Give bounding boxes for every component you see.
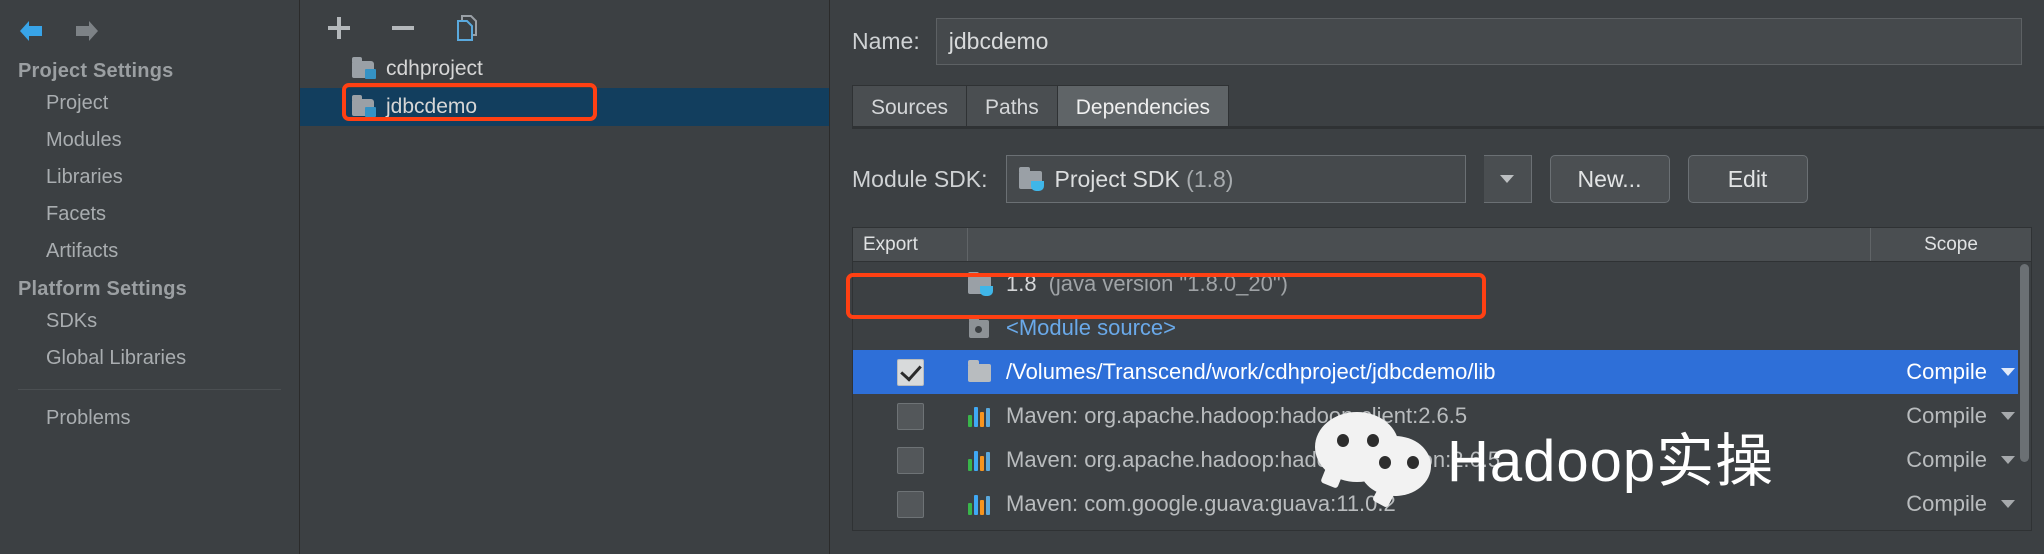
module-name-input[interactable]: jdbcdemo — [935, 18, 2022, 65]
module-sdk-row: Module SDK: Project SDK (1.8) New... Edi… — [830, 129, 2044, 203]
column-header-export: Export — [853, 228, 968, 261]
export-cell[interactable] — [853, 402, 968, 430]
sidebar-item-libraries[interactable]: Libraries — [0, 159, 299, 196]
sdk-folder-icon — [1018, 166, 1045, 191]
sdk-icon — [968, 271, 994, 296]
column-header-scope: Scope — [1924, 233, 1978, 255]
table-row[interactable]: Maven: org.apache.hadoop:hadoop-client:2… — [853, 394, 2031, 438]
scope-value: Compile — [1906, 491, 1987, 516]
scope-cell[interactable]: Compile — [1841, 491, 2031, 517]
sidebar-group-platform-settings: Platform Settings — [18, 278, 187, 300]
export-checkbox[interactable] — [897, 490, 924, 518]
module-label: cdhproject — [386, 57, 483, 80]
chevron-down-icon[interactable] — [2001, 412, 2015, 420]
dependency-name-cell: Maven: com.google.guava:guava:11.0.2 — [968, 491, 1841, 517]
table-vertical-scrollbar[interactable] — [2018, 262, 2031, 530]
tab-dependencies[interactable]: Dependencies — [1056, 85, 1230, 129]
chevron-down-icon[interactable] — [2001, 368, 2015, 376]
module-sdk-combo[interactable]: Project SDK (1.8) — [1005, 155, 1466, 203]
module-icon — [352, 95, 376, 117]
dependency-name-cell: /Volumes/Transcend/work/cdhproject/jdbcd… — [968, 359, 1841, 385]
export-cell[interactable] — [853, 446, 968, 474]
table-header: Export Scope — [853, 228, 2031, 262]
scope-cell[interactable]: Compile — [1841, 447, 2031, 473]
scrollbar-thumb[interactable] — [2020, 264, 2029, 463]
maven-icon — [968, 405, 994, 427]
module-tree-item-cdhproject[interactable]: cdhproject — [300, 50, 829, 88]
module-icon — [352, 57, 376, 79]
sidebar-item-facets[interactable]: Facets — [0, 196, 299, 233]
chevron-down-icon[interactable] — [2001, 500, 2015, 508]
module-sdk-label: Module SDK: — [852, 165, 988, 192]
table-row[interactable]: /Volumes/Transcend/work/cdhproject/jdbcd… — [853, 350, 2031, 394]
detail-tabs: Sources Paths Dependencies — [830, 65, 2044, 129]
sidebar-item-project[interactable]: Project — [0, 85, 299, 122]
dependency-name-cell: <Module source> — [968, 315, 1841, 341]
scope-cell[interactable]: Compile — [1841, 403, 2031, 429]
copy-module-button[interactable] — [450, 11, 484, 45]
module-tree-item-jdbcdemo[interactable]: jdbcdemo — [300, 88, 829, 126]
dependency-name-cell: Maven: org.apache.hadoop:hadoop-common:2… — [968, 447, 1841, 473]
folder-icon — [968, 359, 994, 383]
export-cell[interactable] — [853, 490, 968, 518]
table-row[interactable]: Maven: com.google.guava:guava-jdk5:... C… — [853, 526, 2031, 530]
sidebar-divider — [18, 389, 281, 390]
remove-module-button[interactable] — [386, 11, 420, 45]
table-row[interactable]: Maven: com.google.guava:guava:11.0.2 Com… — [853, 482, 2031, 526]
scope-value: Compile — [1906, 447, 1987, 472]
chevron-down-icon[interactable] — [2001, 456, 2015, 464]
scope-value: Compile — [1906, 359, 1987, 384]
dependency-name-cell: 1.8 (java version "1.8.0_20") — [968, 271, 1841, 297]
maven-icon — [968, 493, 994, 515]
sidebar-group-project-settings: Project Settings — [18, 60, 174, 82]
name-label: Name: — [852, 28, 920, 54]
module-label: jdbcdemo — [386, 95, 478, 118]
dependencies-table: Export Scope 1.8 (java version "1.8.0_20… — [852, 227, 2032, 531]
add-module-button[interactable] — [322, 11, 356, 45]
maven-icon — [968, 449, 994, 471]
settings-dialog: Project Settings Project Modules Librari… — [0, 0, 2044, 554]
export-checkbox[interactable] — [897, 402, 924, 430]
sidebar-item-global-libraries[interactable]: Global Libraries — [0, 340, 299, 377]
tab-paths[interactable]: Paths — [966, 85, 1058, 129]
module-name-row: Name: jdbcdemo — [830, 0, 2044, 65]
module-detail-panel: Name: jdbcdemo Sources Paths Dependencie… — [830, 0, 2044, 554]
arrow-right-icon[interactable] — [70, 16, 104, 46]
table-row[interactable]: Maven: org.apache.hadoop:hadoop-common:2… — [853, 438, 2031, 482]
column-header-name — [968, 228, 1871, 261]
tabs-underline — [852, 126, 2044, 129]
table-row[interactable]: <Module source> — [853, 306, 2031, 350]
navigation-arrows — [0, 0, 299, 52]
scope-value: Compile — [1906, 403, 1987, 428]
module-sdk-value: Project SDK (1.8) — [1054, 165, 1234, 192]
edit-sdk-button[interactable]: Edit — [1687, 155, 1808, 203]
export-cell[interactable] — [853, 358, 968, 386]
module-list-panel: cdhproject jdbcdemo — [300, 0, 830, 554]
scope-cell[interactable]: Compile — [1841, 359, 2031, 385]
export-checkbox[interactable] — [897, 446, 924, 474]
sidebar-item-problems[interactable]: Problems — [0, 400, 299, 437]
sidebar-item-sdks[interactable]: SDKs — [0, 303, 299, 340]
dependency-name-cell: Maven: org.apache.hadoop:hadoop-client:2… — [968, 403, 1841, 429]
sidebar-item-artifacts[interactable]: Artifacts — [0, 233, 299, 270]
export-checkbox[interactable] — [897, 358, 924, 386]
arrow-left-icon[interactable] — [14, 16, 48, 46]
table-row[interactable]: 1.8 (java version "1.8.0_20") — [853, 262, 2031, 306]
settings-sidebar: Project Settings Project Modules Librari… — [0, 0, 300, 554]
module-toolbar — [300, 0, 829, 50]
chevron-down-icon[interactable] — [1483, 155, 1532, 203]
sidebar-item-modules[interactable]: Modules — [0, 122, 299, 159]
module-source-icon — [968, 315, 994, 339]
tab-sources[interactable]: Sources — [852, 85, 968, 129]
new-sdk-button[interactable]: New... — [1549, 155, 1670, 203]
